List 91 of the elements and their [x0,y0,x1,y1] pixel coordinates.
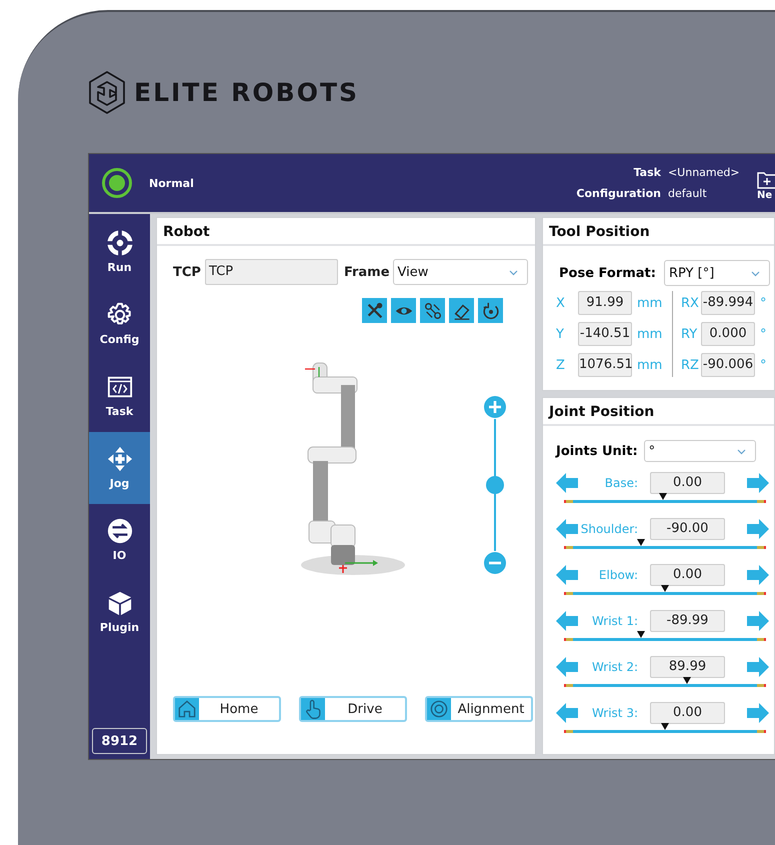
sidebar-tab[interactable]: IO [89,504,150,576]
tcp-label: TCP [173,264,201,280]
configuration-label: Configuration [575,187,661,200]
joint-label: Base: [604,476,638,490]
action-button[interactable]: Alignment [425,696,533,722]
tcp-field[interactable]: TCP [204,259,338,285]
unit-label: ° [760,326,765,342]
sidebar-tab[interactable]: Config [89,288,150,360]
rotation-value-field[interactable]: 0.000 [701,322,755,346]
path-button[interactable] [420,298,445,323]
cube-icon [106,590,132,616]
right-arrow-button[interactable] [747,657,769,677]
left-arrow-button[interactable] [556,611,578,631]
joints-unit-label: Joints Unit: [556,444,638,458]
unit-label: mm [637,296,664,310]
new-button[interactable]: Ne [757,166,775,200]
axis-label: RY [681,326,698,342]
rotation-value-field[interactable]: -89.994 [701,291,755,315]
joint-value-field[interactable]: 0.00 [650,564,725,586]
axis-label: RX [681,296,700,310]
folder-plus-icon [757,170,775,190]
unit-label: mm [637,358,664,372]
left-arrow-button[interactable] [556,473,578,493]
home-icon [175,698,199,720]
pose-format-dropdown[interactable]: RPY [°] [664,260,770,286]
task-label: Task [632,166,661,179]
zoom-in-button[interactable] [484,396,506,418]
rotation-value-field[interactable]: -90.006 [701,353,755,377]
position-value-field[interactable]: -140.51 [578,322,632,346]
joint-label: Shoulder: [580,522,638,536]
unit-label: ° [760,358,765,372]
sidebar-tab[interactable]: Task [89,360,150,432]
joint-value-field[interactable]: -89.99 [650,610,725,632]
right-arrow-button[interactable] [747,519,769,539]
sidebar-tab[interactable]: Run [89,216,150,288]
frame-label: Frame [344,264,390,280]
unit-label: mm [637,326,664,342]
zoom-slider[interactable] [483,395,507,575]
right-arrow-button[interactable] [747,565,769,585]
brand-name: ELITE ROBOTS [134,78,360,106]
panel-title: Robot [157,218,535,246]
left-arrow-button[interactable] [556,565,578,585]
axis-label: X [556,296,566,310]
target-icon [106,230,132,256]
id-badge: 8912 [92,728,147,754]
right-arrow-button[interactable] [747,611,769,631]
path-icon [422,300,442,320]
right-arrow-button[interactable] [747,703,769,723]
joint-label: Wrist 1: [590,614,638,628]
pose-format-label: Pose Format: [559,266,656,280]
joint-value-field[interactable]: 89.99 [650,656,725,678]
joints-unit-dropdown[interactable]: ° [644,440,756,462]
frame-dropdown[interactable]: View [392,259,528,285]
configuration-name: default [668,187,708,200]
axis-label: Y [556,326,565,342]
status-label: Normal [149,176,194,190]
hexagon-logo-icon [88,70,126,114]
joint-value-field[interactable]: 0.00 [650,472,725,494]
axis-label: RZ [681,358,700,372]
target-icon [427,698,451,720]
joint-label: Elbow: [598,568,638,582]
rotate-icon [480,300,500,320]
eye-button[interactable] [391,298,416,323]
action-button[interactable]: Home [173,696,281,722]
move-arrows-icon [106,446,132,472]
slider-thumb[interactable] [486,476,504,494]
left-arrow-button[interactable] [556,703,578,723]
code-window-icon [106,374,132,400]
unit-label: ° [760,296,765,310]
right-arrow-button[interactable] [747,473,769,493]
joint-label: Wrist 2: [590,660,638,674]
pointing-hand-icon [301,698,325,720]
exchange-arrows-icon [106,518,132,544]
sidebar-tab[interactable]: Jog [89,432,150,504]
left-arrow-button[interactable] [556,519,578,539]
action-button[interactable]: Drive [299,696,407,722]
joint-label: Wrist 3: [590,706,638,720]
position-value-field[interactable]: 91.99 [578,291,632,315]
axis-label: Z [556,358,566,372]
panel-title: Joint Position [543,398,774,426]
joint-value-field[interactable]: 0.00 [650,702,725,724]
zoom-out-button[interactable] [484,552,506,574]
rotate-button[interactable] [478,298,503,323]
eraser-button[interactable] [449,298,474,323]
left-arrow-button[interactable] [556,657,578,677]
tools-button[interactable] [362,298,387,323]
panel-title: Tool Position [543,218,774,246]
sidebar-tab[interactable]: Plugin [89,576,150,648]
task-name: <Unnamed> [668,166,741,179]
position-value-field[interactable]: 1076.51 [578,353,632,377]
joint-value-field[interactable]: -90.00 [650,518,725,540]
